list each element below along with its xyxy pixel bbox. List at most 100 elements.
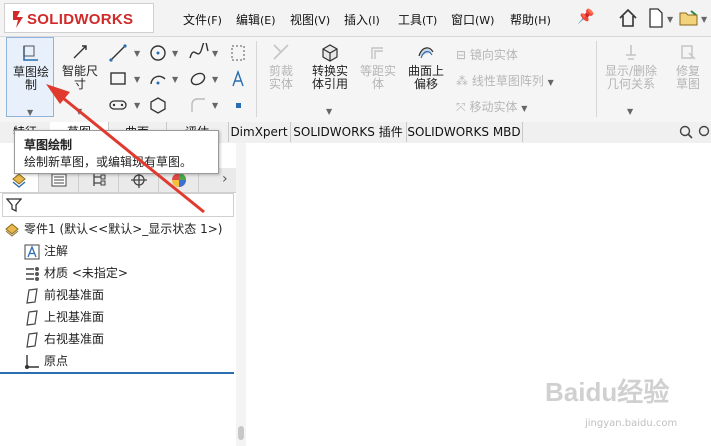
- home-icon[interactable]: [616, 6, 640, 30]
- sketch-icon: [23, 45, 38, 61]
- polygon-icon[interactable]: [148, 95, 170, 115]
- menu-file[interactable]: 文件(F): [183, 11, 222, 28]
- chevron-down-icon[interactable]: ▼: [521, 104, 527, 113]
- offset-on-surface-button[interactable]: 曲面上偏移: [402, 37, 450, 117]
- display-delete-relations-label: 显示/删除几何关系: [604, 64, 658, 91]
- filter-icon: [6, 198, 22, 213]
- tab-dimxpert[interactable]: DimXpert: [228, 122, 291, 142]
- new-document-icon[interactable]: [644, 6, 668, 30]
- tree-origin[interactable]: 原点: [24, 351, 68, 371]
- tab-solidworks-addins[interactable]: SOLIDWORKS 插件: [290, 122, 407, 142]
- chevron-down-icon[interactable]: ▼: [667, 15, 673, 24]
- tree-part[interactable]: 零件1 (默认<<默认>_显示状态 1>): [4, 219, 222, 239]
- filter-row[interactable]: [2, 193, 234, 217]
- property-manager-icon: [51, 173, 67, 187]
- repair-sketch-button[interactable]: 修复草图: [666, 37, 710, 117]
- part-icon: [5, 222, 19, 237]
- smart-dimension-button[interactable]: 智能尺寸 ▼: [58, 37, 102, 117]
- mirror-icon: ⊟: [456, 48, 467, 62]
- point-icon[interactable]: [228, 95, 250, 115]
- linear-pattern-icon: ⁂: [456, 74, 468, 88]
- tree-item-label: 右视基准面: [44, 332, 105, 346]
- trim-button[interactable]: 剪裁实体: [258, 37, 304, 117]
- line-icon[interactable]: [108, 43, 130, 63]
- plane-icon: [26, 309, 38, 326]
- tooltip-description: 绘制新草图，或编辑现有草图。: [24, 155, 193, 169]
- panel-splitter[interactable]: [0, 372, 234, 374]
- construction-geometry-icon[interactable]: [228, 43, 250, 63]
- menu-help[interactable]: 帮助(H): [510, 11, 551, 28]
- spline-icon[interactable]: [188, 43, 210, 63]
- tree-annotations[interactable]: 注解: [24, 241, 68, 261]
- chevron-down-icon[interactable]: ▼: [172, 75, 178, 84]
- tree-top-plane[interactable]: 上视基准面: [24, 307, 104, 327]
- scrollbar-thumb[interactable]: [238, 426, 244, 440]
- tooltip-title: 草图绘制: [24, 138, 73, 152]
- linear-pattern-label: 线性草图阵列: [471, 74, 544, 88]
- chevron-down-icon[interactable]: ▼: [134, 49, 140, 58]
- convert-entities-icon: [322, 44, 338, 62]
- arc-icon[interactable]: [148, 69, 170, 89]
- chevron-down-icon[interactable]: ▼: [76, 105, 82, 118]
- chevron-down-icon[interactable]: ▼: [134, 101, 140, 110]
- tree-item-label: 材质 <未指定>: [44, 266, 128, 280]
- move-icon: ⤧: [456, 100, 466, 114]
- app-logo-text: SOLIDWORKS: [27, 11, 134, 28]
- open-folder-icon[interactable]: [677, 6, 701, 30]
- chevron-down-icon[interactable]: ▼: [548, 78, 554, 87]
- convert-entities-button[interactable]: 转换实体引用 ▼: [305, 37, 355, 117]
- trim-label: 剪裁实体: [268, 64, 293, 91]
- separator: [596, 41, 597, 117]
- trim-icon: [273, 44, 289, 60]
- chevron-down-icon[interactable]: ▼: [134, 75, 140, 84]
- chevron-down-icon[interactable]: ▼: [212, 49, 218, 58]
- tab-solidworks-mbd[interactable]: SOLIDWORKS MBD: [406, 122, 523, 142]
- pin-icon[interactable]: 📌: [577, 9, 594, 25]
- chevron-right-icon[interactable]: ›: [222, 171, 228, 187]
- chevron-down-icon[interactable]: ▼: [627, 105, 633, 118]
- tree-item-label: 原点: [44, 354, 69, 368]
- sketch-button[interactable]: 草图绘制 ▼: [6, 37, 54, 117]
- chevron-down-icon[interactable]: ▼: [212, 101, 218, 110]
- offset-entities-label: 等距实体: [359, 64, 396, 91]
- fillet-icon[interactable]: [188, 95, 210, 115]
- origin-icon: [25, 354, 39, 369]
- display-delete-relations-button[interactable]: 显示/删除几何关系 ▼: [600, 37, 662, 117]
- move-label: 移动实体: [469, 100, 518, 114]
- offset-on-surface-label: 曲面上偏移: [407, 64, 444, 91]
- circle-icon[interactable]: [148, 43, 170, 63]
- chevron-down-icon[interactable]: ▼: [172, 49, 178, 58]
- text-tool-icon[interactable]: [228, 69, 250, 89]
- ellipse-icon[interactable]: [188, 69, 210, 89]
- sketch-label: 草图绘制: [12, 65, 49, 92]
- tree-right-plane[interactable]: 右视基准面: [24, 329, 104, 349]
- convert-entities-label: 转换实体引用: [311, 64, 348, 91]
- move-entities-button[interactable]: ⤧ 移动实体 ▼: [456, 98, 527, 115]
- scrollbar[interactable]: [236, 143, 246, 446]
- zoom-icon[interactable]: [678, 124, 694, 140]
- rectangle-icon[interactable]: [108, 69, 130, 89]
- chevron-down-icon[interactable]: ▼: [326, 105, 332, 118]
- tree-front-plane[interactable]: 前视基准面: [24, 285, 104, 305]
- menu-tools[interactable]: 工具(T): [398, 11, 437, 28]
- annotations-icon: [24, 244, 40, 259]
- tree-item-label: 注解: [44, 244, 69, 258]
- menu-edit[interactable]: 编辑(E): [236, 11, 276, 28]
- app-logo[interactable]: SOLIDWORKS: [4, 3, 154, 33]
- mirror-entities-button[interactable]: ⊟ 镜向实体: [456, 46, 518, 63]
- watermark: Baidu经验: [545, 377, 670, 407]
- tree-part-label: 零件1 (默认<<默认>_显示状态 1>): [24, 222, 223, 236]
- material-icon: [26, 266, 39, 281]
- separator: [256, 41, 257, 117]
- offset-entities-button[interactable]: 等距实体: [356, 37, 400, 117]
- tree-material[interactable]: 材质 <未指定>: [24, 263, 128, 283]
- chevron-down-icon[interactable]: ▼: [212, 75, 218, 84]
- chevron-down-icon[interactable]: ▼: [701, 15, 707, 24]
- zoom-area-icon[interactable]: [697, 124, 711, 140]
- slot-icon[interactable]: [108, 95, 130, 115]
- menu-window[interactable]: 窗口(W): [451, 11, 494, 28]
- chevron-down-icon[interactable]: ▼: [27, 106, 33, 119]
- menu-view[interactable]: 视图(V): [290, 11, 330, 28]
- linear-pattern-button[interactable]: ⁂ 线性草图阵列 ▼: [456, 72, 554, 89]
- menu-insert[interactable]: 插入(I): [344, 11, 380, 28]
